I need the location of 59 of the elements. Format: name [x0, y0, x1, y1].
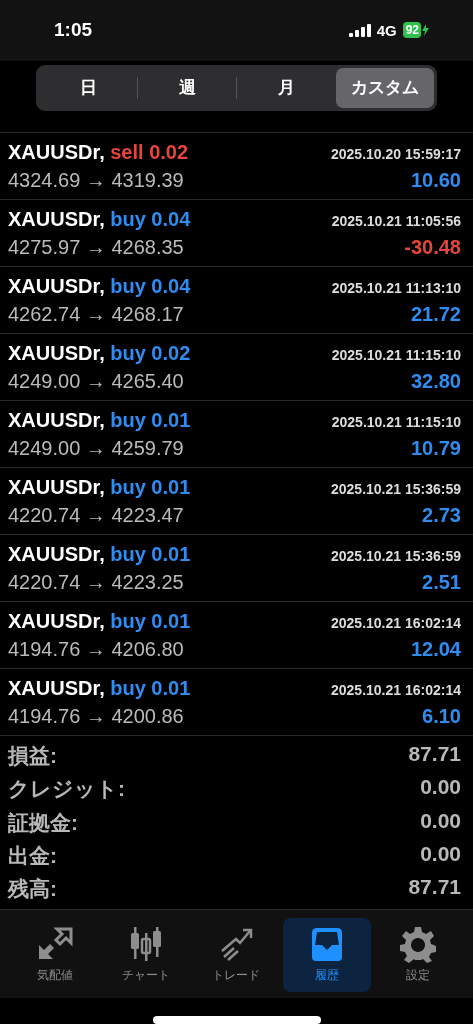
deal-profit: 32.80	[410, 369, 461, 393]
network-label: 4G	[376, 21, 397, 39]
deal-time: 2025.10.21 11:13:10	[331, 279, 461, 296]
settings-icon	[397, 925, 438, 964]
summary-value: 0.00	[420, 775, 461, 801]
deal-profit: 10.79	[410, 436, 461, 460]
deal-prices: 4249.00 → 4259.79	[8, 436, 184, 460]
deal-title: XAUUSDr, buy 0.04	[8, 207, 191, 231]
deal-time: 2025.10.21 15:36:59	[331, 547, 461, 564]
deal-profit: -30.48	[404, 235, 461, 259]
signal-icon	[348, 23, 371, 37]
deal-title: XAUUSDr, buy 0.01	[8, 676, 191, 700]
deal-time: 2025.10.21 11:05:56	[331, 212, 461, 229]
deal-profit: 21.72	[410, 302, 461, 326]
deal-prices: 4194.76 → 4200.86	[8, 704, 184, 728]
period-tab[interactable]: 日	[39, 67, 137, 108]
summary-value: 87.71	[408, 742, 461, 768]
deal-prices: 4275.97 → 4268.35	[8, 235, 184, 259]
summary-label: クレジット:	[8, 776, 125, 803]
deal-title: XAUUSDr, sell 0.02	[8, 140, 189, 164]
deal-time: 2025.10.20 15:59:17	[331, 145, 461, 162]
summary-value: 0.00	[420, 841, 461, 867]
summary-label: 証拠金:	[8, 809, 78, 836]
deal-title: XAUUSDr, buy 0.01	[8, 609, 191, 633]
deal-profit: 6.10	[422, 704, 461, 728]
summary-label: 残高:	[8, 875, 57, 902]
deal-profit: 2.73	[422, 503, 461, 527]
deal-title: XAUUSDr, buy 0.04	[8, 274, 191, 298]
deal-time: 2025.10.21 16:02:14	[331, 614, 461, 631]
summary-value: 0.00	[420, 808, 461, 834]
summary-label: 出金:	[8, 842, 57, 869]
tab-bar-item[interactable]: 気配値	[11, 917, 100, 992]
tab-bar-item[interactable]: 履歴	[283, 917, 372, 992]
tab-bar-item[interactable]: 設定	[373, 917, 462, 992]
deal-prices: 4194.76 → 4206.80	[8, 637, 184, 661]
deal-title: XAUUSDr, buy 0.01	[8, 475, 191, 499]
deal-title: XAUUSDr, buy 0.02	[8, 341, 191, 365]
deal-time: 2025.10.21 16:02:14	[331, 681, 461, 698]
deal-profit: 12.04	[410, 637, 461, 661]
deal-title: XAUUSDr, buy 0.01	[8, 408, 191, 432]
tab-bar-item[interactable]: チャート	[101, 917, 190, 992]
deal-prices: 4249.00 → 4265.40	[8, 369, 184, 393]
deal-profit: 10.60	[410, 168, 461, 192]
period-tab[interactable]: 週	[138, 67, 236, 108]
deal-profit: 2.51	[422, 570, 461, 594]
status-time: 1:05	[54, 19, 93, 42]
period-tab[interactable]: カスタム	[336, 67, 434, 108]
deal-time: 2025.10.21 11:15:10	[331, 413, 461, 430]
period-tab[interactable]: 月	[237, 67, 335, 108]
deal-title: XAUUSDr, buy 0.01	[8, 542, 191, 566]
deal-prices: 4220.74 → 4223.47	[8, 503, 184, 527]
deal-prices: 4220.74 → 4223.25	[8, 570, 184, 594]
deal-prices: 4324.69 → 4319.39	[8, 168, 184, 192]
summary-value: 87.71	[408, 874, 461, 900]
summary-label: 損益:	[8, 743, 57, 770]
deal-time: 2025.10.21 15:36:59	[331, 480, 461, 497]
deal-prices: 4262.74 → 4268.17	[8, 302, 184, 326]
deal-time: 2025.10.21 11:15:10	[331, 346, 461, 363]
tab-bar-item[interactable]: トレード	[192, 917, 281, 992]
